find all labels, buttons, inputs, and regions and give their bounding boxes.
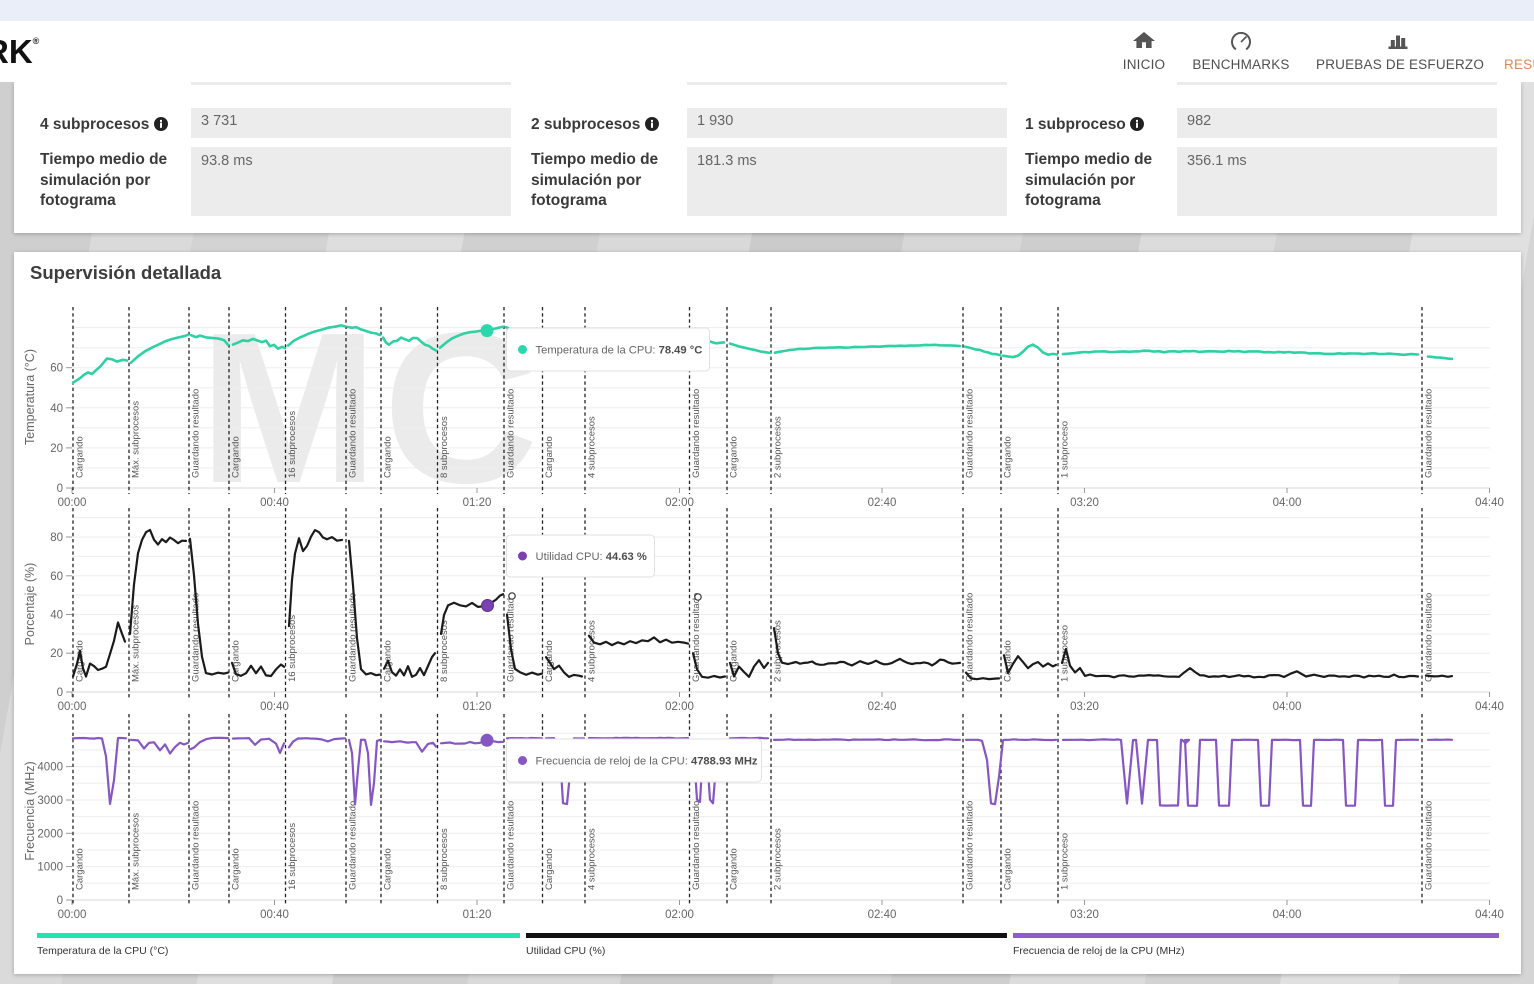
svg-text:Guardando resultado: Guardando resultado xyxy=(965,389,976,478)
svg-text:60: 60 xyxy=(50,363,63,375)
svg-text:40: 40 xyxy=(50,610,63,622)
svg-text:1 subproceso: 1 subproceso xyxy=(1060,833,1071,890)
svg-text:00:40: 00:40 xyxy=(260,909,289,921)
svg-text:Utilidad CPU: 44.63 %: Utilidad CPU: 44.63 % xyxy=(536,551,647,563)
svg-text:Guardando resultado: Guardando resultado xyxy=(1424,389,1435,478)
svg-text:16 subprocesos: 16 subprocesos xyxy=(287,823,298,890)
svg-text:02:00: 02:00 xyxy=(665,497,694,509)
svg-text:Guardando resultado: Guardando resultado xyxy=(506,801,517,890)
svg-text:00:40: 00:40 xyxy=(260,497,289,509)
svg-text:04:00: 04:00 xyxy=(1273,701,1302,713)
svg-text:60: 60 xyxy=(50,571,63,583)
svg-text:1000: 1000 xyxy=(37,862,63,874)
svg-text:80: 80 xyxy=(50,532,63,544)
svg-text:4 subprocesos: 4 subprocesos xyxy=(587,416,598,478)
svg-text:20: 20 xyxy=(50,648,63,660)
svg-text:40: 40 xyxy=(50,403,63,415)
svg-text:Cargando: Cargando xyxy=(1003,640,1014,682)
svg-text:Cargando: Cargando xyxy=(231,436,242,478)
svg-text:Máx. subprocesos: Máx. subprocesos xyxy=(131,401,142,478)
svg-text:Cargando: Cargando xyxy=(75,640,86,682)
svg-text:Cargando: Cargando xyxy=(383,848,394,890)
svg-text:8 subprocesos: 8 subprocesos xyxy=(439,416,450,478)
svg-text:Temperatura de la CPU: 78.49 °: Temperatura de la CPU: 78.49 °C xyxy=(536,345,703,357)
svg-text:02:00: 02:00 xyxy=(665,701,694,713)
svg-text:Cargando: Cargando xyxy=(1003,848,1014,890)
svg-text:04:40: 04:40 xyxy=(1475,701,1504,713)
svg-text:0: 0 xyxy=(57,483,63,495)
svg-text:Guardando resultado: Guardando resultado xyxy=(691,389,702,478)
svg-text:1 subproceso: 1 subproceso xyxy=(1060,421,1071,478)
svg-text:Cargando: Cargando xyxy=(383,436,394,478)
svg-text:Guardando resultado: Guardando resultado xyxy=(191,801,202,890)
svg-text:01:20: 01:20 xyxy=(463,497,492,509)
svg-text:Guardando resultado: Guardando resultado xyxy=(1424,593,1435,682)
svg-text:Guardando resultado: Guardando resultado xyxy=(191,389,202,478)
svg-text:Utilidad CPU (%): Utilidad CPU (%) xyxy=(526,945,605,957)
svg-text:Cargando: Cargando xyxy=(231,848,242,890)
svg-text:03:20: 03:20 xyxy=(1070,701,1099,713)
svg-text:4 subprocesos: 4 subprocesos xyxy=(587,828,598,890)
svg-text:2 subprocesos: 2 subprocesos xyxy=(773,416,784,478)
svg-text:04:00: 04:00 xyxy=(1273,909,1302,921)
svg-text:03:20: 03:20 xyxy=(1070,909,1099,921)
svg-text:16 subprocesos: 16 subprocesos xyxy=(287,411,298,478)
svg-text:00:00: 00:00 xyxy=(58,701,87,713)
svg-text:00:00: 00:00 xyxy=(58,497,87,509)
svg-text:01:20: 01:20 xyxy=(463,701,492,713)
svg-text:Cargando: Cargando xyxy=(75,848,86,890)
svg-text:0: 0 xyxy=(57,687,63,699)
svg-text:Guardando resultado: Guardando resultado xyxy=(965,593,976,682)
svg-text:2000: 2000 xyxy=(37,828,63,840)
svg-text:Frecuencia (MHz): Frecuencia (MHz) xyxy=(23,761,37,860)
svg-text:Porcentaje (%): Porcentaje (%) xyxy=(23,563,37,646)
svg-text:20: 20 xyxy=(50,443,63,455)
svg-text:Guardando resultado: Guardando resultado xyxy=(691,801,702,890)
svg-text:03:20: 03:20 xyxy=(1070,497,1099,509)
svg-text:Guardando resultado: Guardando resultado xyxy=(965,801,976,890)
svg-text:Cargando: Cargando xyxy=(729,848,740,890)
svg-text:Cargando: Cargando xyxy=(1003,436,1014,478)
svg-text:04:00: 04:00 xyxy=(1273,497,1302,509)
svg-text:Guardando resultado: Guardando resultado xyxy=(348,389,359,478)
svg-text:02:40: 02:40 xyxy=(868,909,897,921)
svg-text:4 subprocesos: 4 subprocesos xyxy=(587,620,598,682)
svg-text:0: 0 xyxy=(57,895,63,907)
svg-text:02:00: 02:00 xyxy=(665,909,694,921)
svg-text:Frecuencia de reloj de la CPU: Frecuencia de reloj de la CPU (MHz) xyxy=(1013,945,1185,957)
svg-text:Máx. subprocesos: Máx. subprocesos xyxy=(131,813,142,890)
svg-text:02:40: 02:40 xyxy=(868,497,897,509)
svg-text:8 subprocesos: 8 subprocesos xyxy=(439,828,450,890)
svg-text:01:20: 01:20 xyxy=(463,909,492,921)
svg-text:Guardando resultado: Guardando resultado xyxy=(348,801,359,890)
svg-text:4000: 4000 xyxy=(37,762,63,774)
svg-text:Cargando: Cargando xyxy=(729,436,740,478)
svg-text:04:40: 04:40 xyxy=(1475,497,1504,509)
svg-text:Temperatura de la CPU (°C): Temperatura de la CPU (°C) xyxy=(37,945,168,957)
svg-text:00:00: 00:00 xyxy=(58,909,87,921)
svg-text:04:40: 04:40 xyxy=(1475,909,1504,921)
svg-text:Cargando: Cargando xyxy=(75,436,86,478)
svg-text:Guardando resultado: Guardando resultado xyxy=(506,389,517,478)
svg-text:Cargando: Cargando xyxy=(544,848,555,890)
svg-text:Cargando: Cargando xyxy=(544,436,555,478)
svg-text:00:40: 00:40 xyxy=(260,701,289,713)
svg-text:02:40: 02:40 xyxy=(868,701,897,713)
svg-text:Temperatura (°C): Temperatura (°C) xyxy=(23,349,37,445)
svg-text:2 subprocesos: 2 subprocesos xyxy=(773,828,784,890)
svg-text:Guardando resultado: Guardando resultado xyxy=(1424,801,1435,890)
svg-text:3000: 3000 xyxy=(37,795,63,807)
svg-text:Frecuencia de reloj de la CPU:: Frecuencia de reloj de la CPU: 4788.93 M… xyxy=(536,756,758,768)
